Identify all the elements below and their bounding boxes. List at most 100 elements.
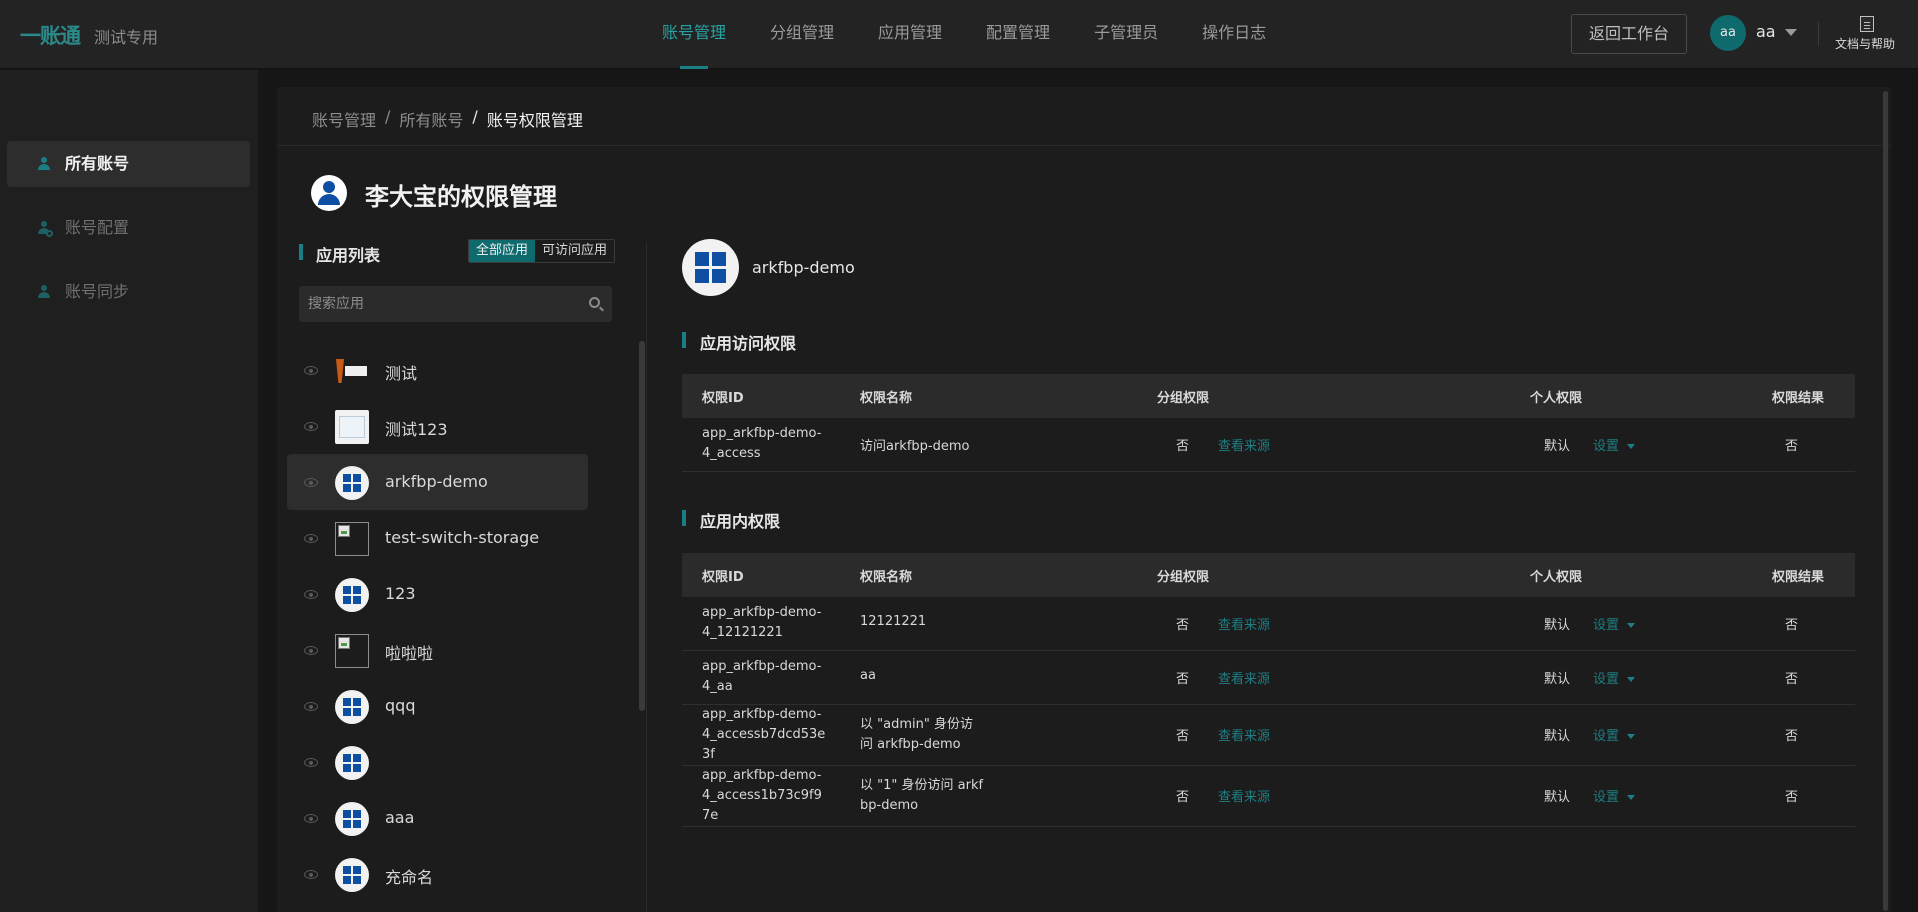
user-avatar-icon xyxy=(311,175,347,211)
set-dropdown[interactable]: 设置 xyxy=(1593,725,1636,744)
column-header: 个人权限 xyxy=(1530,570,1583,585)
eye-icon[interactable] xyxy=(304,702,318,711)
permission-result: 否 xyxy=(1785,729,1799,744)
sidebar-item-account-config[interactable]: 账号配置 xyxy=(7,205,250,251)
user-name[interactable]: aa xyxy=(1756,22,1776,41)
set-dropdown[interactable]: 设置 xyxy=(1593,614,1636,633)
list-item[interactable]: 充命名 xyxy=(287,846,588,902)
app-logo xyxy=(335,410,369,444)
view-source-link[interactable]: 查看来源 xyxy=(1218,725,1270,744)
app-name: 测试123 xyxy=(385,420,448,439)
list-item[interactable]: 测试 xyxy=(287,342,588,398)
breadcrumb-separator: / xyxy=(472,107,478,126)
header-divider xyxy=(1818,22,1819,46)
caret-down-icon xyxy=(1627,734,1636,739)
view-source-link[interactable]: 查看来源 xyxy=(1218,668,1270,687)
main-nav: 账号管理 分组管理 应用管理 配置管理 子管理员 操作日志 xyxy=(640,0,1288,69)
access-permission-table: 权限ID 权限名称 分组权限 个人权限 权限结果 app_arkfbp-demo… xyxy=(682,374,1855,472)
user-avatar[interactable]: aa xyxy=(1710,15,1746,51)
app-name: 充命名 xyxy=(385,868,434,887)
table-row: app_arkfbp-demo-4_12121221 12121221 否 查看… xyxy=(682,597,1855,651)
section-marker xyxy=(682,332,686,348)
table-row: app_arkfbp-demo-4_access 访问arkfbp-demo 否… xyxy=(682,418,1855,472)
column-header: 权限ID xyxy=(702,570,744,585)
nav-account-management[interactable]: 账号管理 xyxy=(640,0,748,69)
group-permission: 否 xyxy=(1176,439,1190,454)
nav-app-management[interactable]: 应用管理 xyxy=(856,0,964,69)
nav-sub-admin[interactable]: 子管理员 xyxy=(1072,0,1180,69)
eye-icon[interactable] xyxy=(304,646,318,655)
list-item[interactable]: arkfbp-demo xyxy=(287,454,588,510)
eye-icon[interactable] xyxy=(304,534,318,543)
inner-permission-table: 权限ID 权限名称 分组权限 个人权限 权限结果 app_arkfbp-demo… xyxy=(682,553,1855,827)
brand-logo[interactable]: 一账通 xyxy=(20,20,81,50)
environment-label: 测试专用 xyxy=(94,28,159,47)
set-dropdown[interactable]: 设置 xyxy=(1593,435,1636,454)
chevron-down-icon[interactable] xyxy=(1785,29,1797,36)
eye-icon[interactable] xyxy=(304,366,318,375)
section-marker xyxy=(299,244,303,260)
docs-help-link[interactable]: 文档与帮助 xyxy=(1835,35,1895,52)
list-item[interactable]: 啦啦啦 xyxy=(287,622,588,678)
filter-accessible-apps-button[interactable]: 可访问应用 xyxy=(535,240,614,262)
breadcrumb-item[interactable]: 账号管理 xyxy=(312,107,376,131)
nav-group-management[interactable]: 分组管理 xyxy=(748,0,856,69)
eye-icon[interactable] xyxy=(304,590,318,599)
user-icon xyxy=(37,157,51,171)
group-permission: 否 xyxy=(1176,618,1190,633)
permission-id: app_arkfbp-demo-4_aa xyxy=(702,659,822,694)
back-to-workbench-button[interactable]: 返回工作台 xyxy=(1571,14,1687,54)
list-item[interactable]: 123 xyxy=(287,566,588,622)
set-dropdown[interactable]: 设置 xyxy=(1593,668,1636,687)
windows-logo-icon xyxy=(335,858,369,892)
top-header: 一账通 测试专用 账号管理 分组管理 应用管理 配置管理 子管理员 操作日志 返… xyxy=(0,0,1918,69)
panel-divider xyxy=(646,242,647,912)
group-permission: 否 xyxy=(1176,672,1190,687)
list-item[interactable] xyxy=(287,734,588,790)
app-list-scrollbar[interactable] xyxy=(639,341,645,711)
permission-result: 否 xyxy=(1785,439,1799,454)
document-icon[interactable] xyxy=(1860,16,1874,32)
eye-icon[interactable] xyxy=(304,478,318,487)
app-name: 啦啦啦 xyxy=(385,644,434,663)
windows-logo-icon xyxy=(335,466,369,500)
personal-permission: 默认 xyxy=(1544,790,1571,805)
app-name: arkfbp-demo xyxy=(385,472,488,491)
list-item[interactable]: 测试123 xyxy=(287,398,588,454)
group-permission: 否 xyxy=(1176,729,1190,744)
set-dropdown[interactable]: 设置 xyxy=(1593,786,1636,805)
app-filter-toggle: 全部应用 可访问应用 xyxy=(468,239,616,263)
page-scrollbar[interactable] xyxy=(1883,91,1888,911)
eye-icon[interactable] xyxy=(304,758,318,767)
app-name: qqq xyxy=(385,696,416,715)
divider xyxy=(277,145,1891,146)
app-name: aaa xyxy=(385,808,415,827)
filter-all-apps-button[interactable]: 全部应用 xyxy=(469,240,536,262)
eye-icon[interactable] xyxy=(304,422,318,431)
nav-config-management[interactable]: 配置管理 xyxy=(964,0,1072,69)
personal-permission: 默认 xyxy=(1544,618,1571,633)
access-permission-title: 应用访问权限 xyxy=(700,334,797,353)
personal-permission: 默认 xyxy=(1544,672,1571,687)
list-item[interactable]: qqq xyxy=(287,678,588,734)
list-item[interactable]: test-switch-storage xyxy=(287,510,588,566)
section-marker xyxy=(682,510,686,526)
search-input[interactable] xyxy=(299,286,579,322)
sidebar-item-all-accounts[interactable]: 所有账号 xyxy=(7,141,250,187)
eye-icon[interactable] xyxy=(304,870,318,879)
user-settings-icon xyxy=(37,221,53,237)
permission-name: 12121221 xyxy=(860,614,927,629)
permission-result: 否 xyxy=(1785,790,1799,805)
sync-icon xyxy=(37,285,51,299)
main-content: 账号管理 / 所有账号 / 账号权限管理 李大宝的权限管理 应用列表 全部应用 … xyxy=(277,87,1891,912)
nav-operation-log[interactable]: 操作日志 xyxy=(1180,0,1288,69)
breadcrumb-item[interactable]: 所有账号 xyxy=(399,107,463,131)
sidebar-item-account-sync[interactable]: 账号同步 xyxy=(7,269,250,315)
permission-name: aa xyxy=(860,668,876,683)
search-icon[interactable] xyxy=(589,297,600,308)
view-source-link[interactable]: 查看来源 xyxy=(1218,435,1270,454)
view-source-link[interactable]: 查看来源 xyxy=(1218,614,1270,633)
list-item[interactable]: aaa xyxy=(287,790,588,846)
eye-icon[interactable] xyxy=(304,814,318,823)
view-source-link[interactable]: 查看来源 xyxy=(1218,786,1270,805)
